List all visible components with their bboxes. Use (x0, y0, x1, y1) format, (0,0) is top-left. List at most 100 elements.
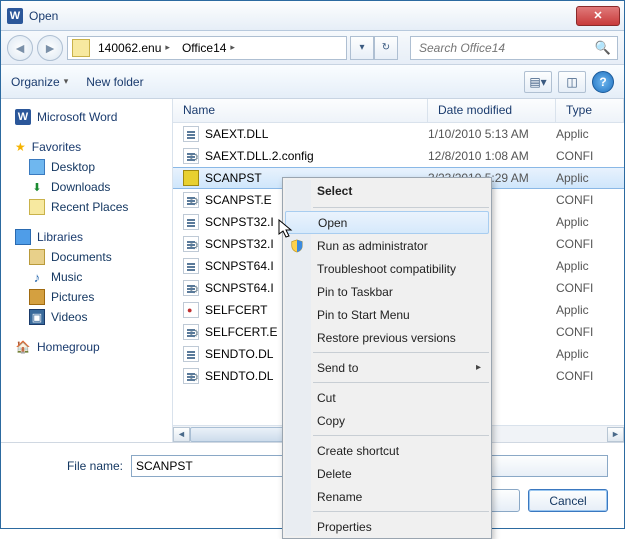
ctx-run-admin[interactable]: Run as administrator (283, 234, 491, 257)
file-name: SCANPST.E (205, 193, 272, 207)
ctx-properties[interactable]: Properties (283, 515, 491, 538)
file-type: CONFI (556, 281, 624, 295)
sidebar-videos[interactable]: ▣Videos (11, 307, 172, 327)
filename-input[interactable] (131, 455, 287, 477)
desktop-icon (29, 159, 45, 175)
file-date: 12/8/2010 1:08 AM (428, 149, 556, 163)
file-name: SAEXT.DLL.2.config (205, 149, 314, 163)
file-type: Applic (556, 259, 624, 273)
toolbar: Organize New folder ▤▾ ◫ ? (1, 65, 624, 99)
sidebar-recent[interactable]: Recent Places (11, 197, 172, 217)
folder-icon (72, 39, 90, 57)
ctx-rename[interactable]: Rename (283, 485, 491, 508)
search-icon: 🔍 (595, 40, 611, 56)
file-name: SCNPST32.I (205, 215, 274, 229)
file-icon (183, 368, 199, 384)
col-type[interactable]: Type (556, 99, 624, 122)
sidebar-libraries[interactable]: Libraries (11, 227, 172, 247)
sidebar: WMicrosoft Word ★Favorites Desktop Downl… (1, 99, 173, 442)
window-title: Open (29, 9, 58, 23)
file-name: SELFCERT.E (205, 325, 277, 339)
ctx-cut[interactable]: Cut (283, 386, 491, 409)
file-name: SELFCERT (205, 303, 267, 317)
sidebar-downloads[interactable]: Downloads (11, 177, 172, 197)
view-menu[interactable]: ▤▾ (524, 71, 552, 93)
file-icon (183, 346, 199, 362)
recent-icon (29, 199, 45, 215)
file-type: Applic (556, 303, 624, 317)
word-app-icon: W (7, 8, 23, 24)
new-folder-button[interactable]: New folder (86, 75, 143, 89)
sidebar-desktop[interactable]: Desktop (11, 157, 172, 177)
ctx-copy[interactable]: Copy (283, 409, 491, 432)
file-type: Applic (556, 215, 624, 229)
file-type: Applic (556, 171, 624, 185)
organize-menu[interactable]: Organize (11, 75, 68, 89)
file-icon (183, 214, 199, 230)
file-icon (183, 280, 199, 296)
search-input[interactable] (417, 40, 595, 56)
ctx-troubleshoot[interactable]: Troubleshoot compatibility (283, 257, 491, 280)
shield-icon (289, 238, 305, 254)
sidebar-pictures[interactable]: Pictures (11, 287, 172, 307)
file-icon (183, 302, 199, 318)
word-icon: W (15, 109, 31, 125)
ctx-pin-start[interactable]: Pin to Start Menu (283, 303, 491, 326)
ctx-open[interactable]: Open (285, 211, 489, 234)
ctx-delete[interactable]: Delete (283, 462, 491, 485)
breadcrumb-seg-1[interactable]: 140062.enu (92, 37, 176, 59)
sidebar-word[interactable]: WMicrosoft Word (11, 107, 172, 127)
col-date[interactable]: Date modified (428, 99, 556, 122)
refresh-button[interactable]: ↻ (374, 36, 398, 60)
file-name: SENDTO.DL (205, 347, 273, 361)
file-filter-dropdown[interactable] (478, 455, 608, 477)
search-box[interactable]: 🔍 (410, 36, 618, 60)
file-type: CONFI (556, 325, 624, 339)
ctx-pin-taskbar[interactable]: Pin to Taskbar (283, 280, 491, 303)
ctx-restore[interactable]: Restore previous versions (283, 326, 491, 349)
ctx-select[interactable]: Select (283, 178, 491, 204)
file-type: Applic (556, 347, 624, 361)
file-icon (183, 148, 199, 164)
preview-pane-button[interactable]: ◫ (558, 71, 586, 93)
scroll-left-button[interactable]: ◄ (173, 427, 190, 442)
context-menu: Select Open Run as administrator Trouble… (282, 177, 492, 539)
file-icon (183, 236, 199, 252)
star-icon: ★ (15, 140, 26, 154)
col-name[interactable]: Name (173, 99, 428, 122)
ctx-send-to[interactable]: Send to (283, 356, 491, 379)
breadcrumb[interactable]: 140062.enu Office14 (67, 36, 347, 60)
file-type: CONFI (556, 369, 624, 383)
file-name: SENDTO.DL (205, 369, 273, 383)
homegroup-icon (15, 339, 31, 355)
sidebar-favorites[interactable]: ★Favorites (11, 137, 172, 157)
file-type: CONFI (556, 237, 624, 251)
file-icon (183, 258, 199, 274)
sidebar-documents[interactable]: Documents (11, 247, 172, 267)
back-button[interactable]: ◄ (7, 35, 33, 61)
download-icon (29, 179, 45, 195)
forward-button[interactable]: ► (37, 35, 63, 61)
help-button[interactable]: ? (592, 71, 614, 93)
pictures-icon (29, 289, 45, 305)
open-dialog: W Open ✕ ◄ ► 140062.enu Office14 ▾ ↻ 🔍 O… (0, 0, 625, 529)
navbar: ◄ ► 140062.enu Office14 ▾ ↻ 🔍 (1, 31, 624, 65)
file-row[interactable]: SAEXT.DLL1/10/2010 5:13 AMApplic (173, 123, 624, 145)
filename-label: File name: (17, 459, 123, 473)
cancel-button[interactable]: Cancel (528, 489, 608, 512)
scroll-right-button[interactable]: ► (607, 427, 624, 442)
file-row[interactable]: SAEXT.DLL.2.config12/8/2010 1:08 AMCONFI (173, 145, 624, 167)
sidebar-music[interactable]: Music (11, 267, 172, 287)
file-name: SCNPST32.I (205, 237, 274, 251)
file-name: SCNPST64.I (205, 281, 274, 295)
file-date: 1/10/2010 5:13 AM (428, 127, 556, 141)
history-dropdown[interactable]: ▾ (350, 36, 374, 60)
libraries-icon (15, 229, 31, 245)
close-button[interactable]: ✕ (576, 6, 620, 26)
file-icon (183, 126, 199, 142)
sidebar-homegroup[interactable]: Homegroup (11, 337, 172, 357)
music-icon (29, 269, 45, 285)
breadcrumb-seg-2[interactable]: Office14 (176, 37, 241, 59)
ctx-shortcut[interactable]: Create shortcut (283, 439, 491, 462)
file-icon (183, 170, 199, 186)
